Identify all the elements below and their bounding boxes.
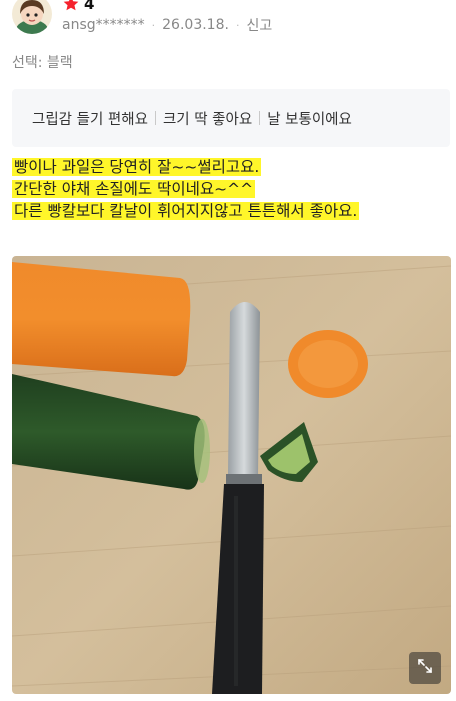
tag-divider — [154, 111, 156, 125]
rating: 4 — [62, 0, 94, 13]
meta-separator: · — [151, 18, 156, 32]
meta-separator: · — [235, 18, 240, 32]
star-icon — [62, 0, 80, 13]
review-text: 빵이나 과일은 당연히 잘~~썰리고요. 간단한 야채 손질에도 딱이네요~^^… — [12, 156, 360, 222]
rating-value: 4 — [84, 0, 95, 13]
review-date: 26.03.18. — [162, 17, 229, 33]
review-text-line: 빵이나 과일은 당연히 잘~~썰리고요. — [12, 158, 262, 176]
report-link[interactable]: 신고 — [246, 15, 272, 35]
author-name: ansg******* — [62, 17, 145, 33]
selected-option: 선택: 블랙 — [12, 55, 73, 71]
expand-button[interactable] — [409, 652, 441, 684]
review-meta: ansg******* · 26.03.18. · 신고 — [62, 15, 272, 35]
review-photo[interactable] — [12, 256, 451, 694]
tag-grip: 그립감 들기 편해요 — [32, 111, 148, 128]
tag-divider — [259, 111, 261, 125]
avatar[interactable] — [12, 0, 52, 34]
review-text-line: 간단한 야채 손질에도 딱이네요~^^ — [12, 180, 256, 198]
evaluation-tags: 그립감 들기 편해요 크기 딱 좋아요 날 보통이에요 — [12, 89, 450, 147]
tag-size: 크기 딱 좋아요 — [162, 111, 253, 128]
review-header: 4 ansg******* · 26.03.18. · 신고 — [0, 0, 456, 42]
expand-icon — [416, 657, 434, 679]
tag-blade: 날 보통이에요 — [267, 111, 352, 128]
review-text-line: 다른 빵칼보다 칼날이 휘어지지않고 튼튼해서 좋아요. — [12, 202, 360, 220]
